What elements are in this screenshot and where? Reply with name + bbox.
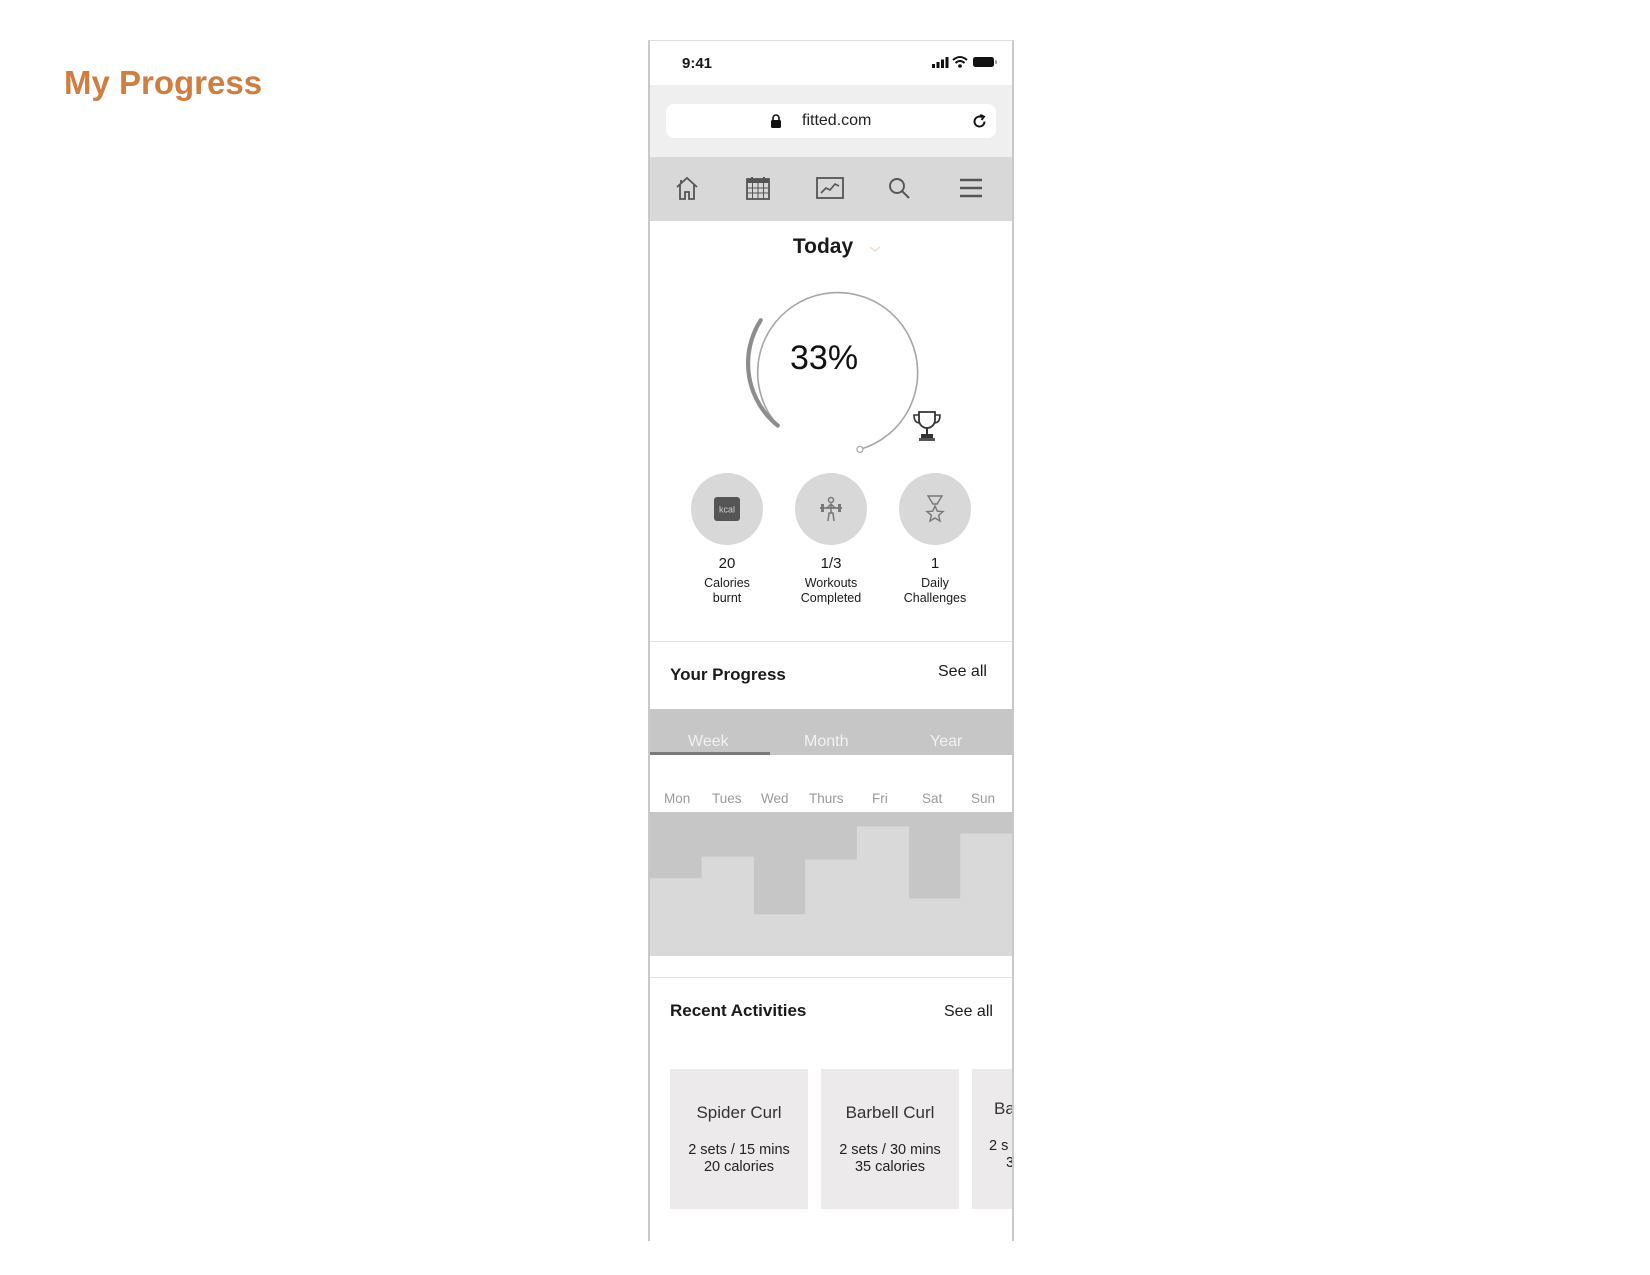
status-time: 9:41 — [682, 55, 713, 72]
progress-percent: 33% — [790, 339, 859, 377]
medal-icon — [925, 495, 945, 523]
progress-see-all-link[interactable]: See all — [938, 663, 987, 681]
activities-see-all-link[interactable]: See all — [944, 1003, 993, 1021]
tab-month[interactable]: Month — [804, 733, 848, 751]
trophy-icon — [912, 409, 942, 448]
calendar-icon[interactable] — [741, 171, 775, 205]
activity-detail: 2 sets / 15 mins — [688, 1142, 790, 1158]
activity-detail: 2 s — [989, 1138, 1009, 1154]
chart-bar-wed — [753, 914, 806, 956]
search-icon[interactable] — [882, 171, 916, 205]
chart-bar-thurs — [805, 859, 858, 956]
stat-value: 1 — [930, 555, 940, 572]
day-label-wed: Wed — [761, 791, 789, 806]
stat-calories[interactable]: kcal 20 Calories burnt — [672, 473, 782, 606]
chart-bar-sun — [960, 833, 1012, 956]
wifi-icon — [952, 56, 968, 68]
activity-detail: 2 sets / 30 mins — [839, 1142, 941, 1158]
stat-value: 1/3 — [820, 555, 842, 572]
status-icons — [932, 55, 998, 74]
svg-text:kcal: kcal — [719, 505, 735, 515]
activity-calories: 35 calories — [854, 1159, 926, 1175]
stat-label: Workouts Completed — [800, 576, 862, 605]
url-field[interactable]: fitted.com — [666, 104, 996, 138]
activity-calories: 20 calories — [703, 1159, 775, 1175]
url-text: fitted.com — [802, 112, 872, 129]
menu-icon[interactable] — [954, 171, 988, 205]
activity-name: Ba — [994, 1099, 1012, 1118]
browser-bar: fitted.com — [650, 85, 1012, 157]
chevron-down-icon[interactable] — [868, 241, 882, 259]
page-heading: My Progress — [64, 64, 263, 101]
signal-icon — [932, 57, 949, 68]
activity-name: Barbell Curl — [845, 1103, 935, 1122]
activity-card-partial[interactable]: Ba 2 s 3 — [972, 1069, 1012, 1209]
day-label-tues: Tues — [712, 791, 742, 806]
stat-workouts[interactable]: 1/3 Workouts Completed — [776, 473, 886, 606]
stat-challenges[interactable]: 1 Daily Challenges — [880, 473, 990, 606]
your-progress-title: Your Progress — [670, 665, 786, 684]
tab-year[interactable]: Year — [930, 733, 962, 751]
stat-value: 20 — [718, 555, 736, 572]
range-tabs: Week Month Year — [650, 709, 1012, 755]
section-divider — [650, 641, 1012, 642]
day-label-mon: Mon — [664, 791, 691, 806]
chart-bar-mon — [650, 878, 703, 956]
tab-week[interactable]: Week — [688, 733, 729, 751]
stat-label: Daily Challenges — [903, 576, 967, 605]
trend-chart-icon[interactable] — [813, 171, 847, 205]
reload-icon[interactable] — [971, 113, 988, 135]
weightlifter-icon — [820, 496, 842, 522]
day-label-fri: Fri — [872, 791, 888, 806]
weightlifter-icon-circle — [795, 473, 867, 545]
activity-name: Spider Curl — [696, 1103, 782, 1122]
stat-label: Calories burnt — [704, 576, 750, 605]
activity-calories: 3 — [1006, 1155, 1012, 1171]
recent-activities-title: Recent Activities — [670, 1001, 807, 1020]
day-label-thurs: Thurs — [809, 791, 844, 806]
period-label: Today — [792, 235, 854, 258]
status-bar: 9:41 — [650, 41, 1012, 85]
kcal-icon: kcal — [714, 497, 740, 521]
chart-bar-tues — [701, 856, 754, 956]
chart-bar-sat — [908, 898, 961, 956]
home-icon[interactable] — [670, 171, 704, 205]
chart-bar-fri — [856, 826, 910, 956]
battery-icon — [973, 57, 997, 67]
medal-icon-circle — [899, 473, 971, 545]
section-divider — [650, 977, 1012, 978]
day-labels: Mon Tues Wed Thurs Fri Sat Sun — [650, 791, 1012, 811]
period-selector[interactable]: Today — [650, 231, 1012, 271]
activity-card[interactable]: Spider Curl 2 sets / 15 mins 20 calories — [670, 1069, 808, 1209]
active-tab-indicator — [650, 752, 770, 755]
day-label-sat: Sat — [922, 791, 943, 806]
day-label-sun: Sun — [971, 791, 996, 806]
week-progress-chart — [650, 812, 1012, 956]
kcal-icon-circle: kcal — [691, 473, 763, 545]
nav-bar — [650, 157, 1012, 221]
activity-card[interactable]: Barbell Curl 2 sets / 30 mins 35 calorie… — [821, 1069, 959, 1209]
phone-frame: 9:41 fitted.com Today 33% kcal 20 Calori… — [648, 40, 1014, 1241]
lock-icon — [770, 114, 782, 133]
